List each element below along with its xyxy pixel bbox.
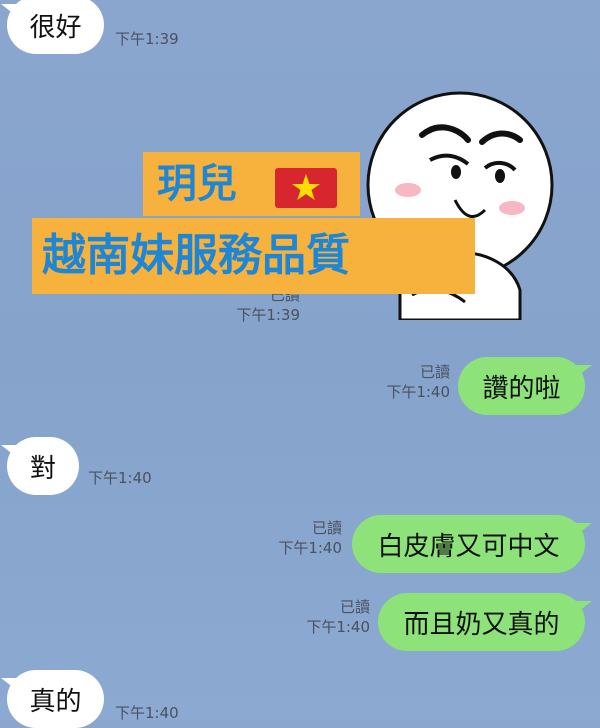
message-time: 下午1:40 xyxy=(115,703,179,723)
message-time: 下午1:40 xyxy=(88,468,152,488)
message-time: 下午1:39 xyxy=(115,29,179,49)
timestamp: 下午1:39 xyxy=(115,30,179,48)
message-text: 讚的啦 xyxy=(482,373,561,404)
message-text: 對 xyxy=(29,453,56,484)
banner-subtitle: 越南妹服務品質 xyxy=(32,218,475,294)
timestamp: 下午1:40 xyxy=(88,469,152,487)
message-text: 很好 xyxy=(29,12,82,43)
timestamp: 下午1:39 xyxy=(236,306,300,324)
message-text: 白皮膚又可中文 xyxy=(377,531,560,562)
vietnam-flag-icon xyxy=(275,168,337,208)
message-text: 真的 xyxy=(29,686,82,717)
message-meta: 已讀 下午1:40 xyxy=(375,362,450,402)
read-receipt: 已讀 xyxy=(339,598,370,616)
read-receipt: 已讀 xyxy=(311,519,342,537)
message-bubble-outgoing[interactable]: 而且奶又真的 xyxy=(378,593,585,651)
message-bubble-outgoing[interactable]: 讚的啦 xyxy=(458,357,585,415)
message-bubble-incoming[interactable]: 很好 xyxy=(7,0,104,54)
message-text: 而且奶又真的 xyxy=(403,609,560,640)
message-bubble-incoming[interactable]: 真的 xyxy=(7,670,104,728)
banner-title-text: 玥兒 xyxy=(157,161,237,207)
read-receipt: 已讀 xyxy=(419,363,450,381)
message-bubble-incoming[interactable]: 對 xyxy=(7,437,79,495)
chat-area[interactable]: 很好 下午1:39 已讀 下午1:39 已讀 下午1:40 讚的啦 對 下午1:… xyxy=(0,0,600,728)
message-bubble-outgoing[interactable]: 白皮膚又可中文 xyxy=(352,515,585,573)
timestamp: 下午1:40 xyxy=(278,539,342,557)
timestamp: 下午1:40 xyxy=(115,704,179,722)
banner-subtitle-text: 越南妹服務品質 xyxy=(42,230,350,281)
timestamp: 下午1:40 xyxy=(386,383,450,401)
timestamp: 下午1:40 xyxy=(306,618,370,636)
message-meta: 已讀 下午1:40 xyxy=(295,597,370,637)
message-meta: 已讀 下午1:40 xyxy=(267,518,342,558)
